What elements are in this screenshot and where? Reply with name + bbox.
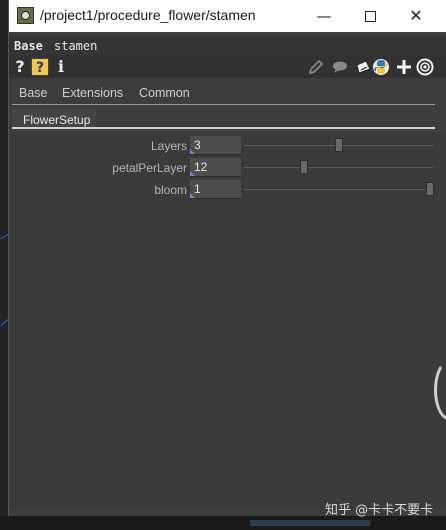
operator-name[interactable]: stamen [54,39,97,53]
param-slider-track[interactable] [244,167,434,168]
operator-header: Base stamen [9,36,446,56]
tab-extensions[interactable]: Extensions [62,86,123,100]
clipboard-icon[interactable] [355,58,373,76]
param-slider-track[interactable] [244,189,434,190]
parameter-list: Layers 3 petalPerLayer 12 bloom 1 [9,133,446,509]
param-label: petalPerLayer [112,161,187,175]
field-marker-icon [190,193,195,198]
close-button[interactable]: ✕ [404,4,428,28]
field-marker-icon [190,149,195,154]
param-label: bloom [154,183,187,197]
tab-common[interactable]: Common [139,86,190,100]
title-bar[interactable]: /project1/procedure_flower/stamen — ✕ [9,0,446,32]
app-icon [17,7,34,24]
subtab-divider [12,127,435,129]
tab-flowersetup[interactable]: FlowerSetup [12,109,96,127]
background-status-strip [0,516,446,530]
python-help-icon[interactable]: ? [31,58,49,76]
param-value: 1 [194,182,201,196]
maximize-button[interactable] [358,4,382,28]
field-marker-icon [190,171,195,176]
comp-type-label[interactable]: Base [14,39,43,53]
custom-page-tabs: FlowerSetup [9,107,446,129]
target-icon[interactable] [416,58,434,76]
maximize-icon [364,11,376,22]
help-icon[interactable]: ? [13,57,27,77]
tab-flowersetup-label: FlowerSetup [23,113,91,127]
watermark-text: 知乎 @卡卡不要卡 [325,503,434,518]
param-slider-handle[interactable] [426,182,434,196]
param-value-field[interactable]: 1 [190,180,241,199]
param-value: 12 [194,160,208,174]
param-row-petalperlayer: petalPerLayer 12 [9,157,446,177]
param-label: Layers [150,139,187,153]
param-row-bloom: bloom 1 [9,179,446,199]
info-icon[interactable]: i [55,57,67,77]
param-value: 3 [194,138,201,152]
python-icon[interactable] [372,58,390,76]
window-title: /project1/procedure_flower/stamen [40,7,256,23]
plus-icon[interactable] [395,58,413,76]
pencil-icon[interactable] [307,58,325,76]
param-row-layers: Layers 3 [9,135,446,155]
tab-divider [12,104,435,105]
param-value-field[interactable]: 12 [190,158,241,177]
parameter-window: /project1/procedure_flower/stamen — ✕ Ba… [8,0,446,518]
parameter-toolbar: ? ? i [9,56,446,78]
comment-icon[interactable] [331,58,349,76]
tab-base[interactable]: Base [19,86,48,100]
page-tabs: Base Extensions Common [9,82,446,106]
minimize-button[interactable]: — [312,4,336,28]
param-value-field[interactable]: 3 [190,136,241,155]
param-slider-handle[interactable] [335,138,343,152]
param-slider-handle[interactable] [300,160,309,174]
